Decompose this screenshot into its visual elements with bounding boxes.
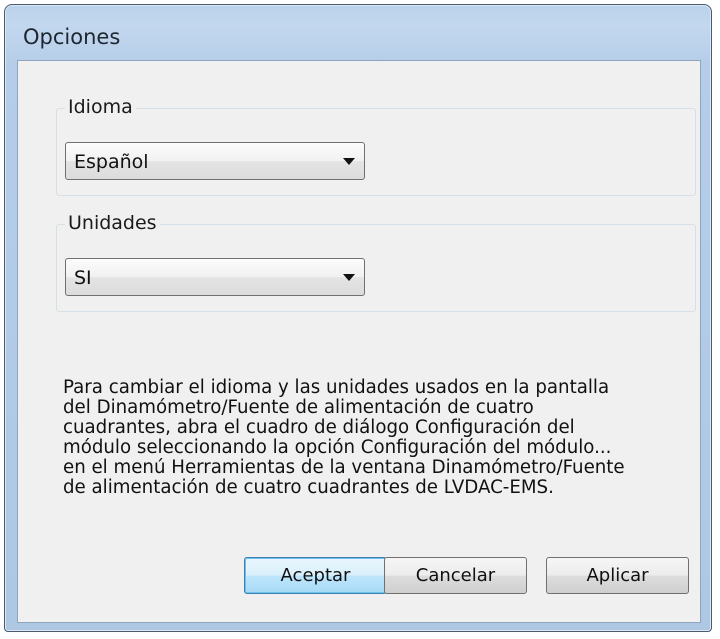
dialog-client-area: Idioma Español Unidades SI Para cambiar … [17, 60, 701, 623]
info-line: Para cambiar el idioma y las unidades us… [63, 377, 610, 398]
chevron-down-icon [343, 158, 355, 165]
units-select[interactable]: SI [65, 258, 365, 296]
language-group-label: Idioma [65, 96, 136, 118]
info-line: cuadrantes, abra el cuadro de diálogo Co… [63, 417, 575, 438]
apply-button[interactable]: Aplicar [546, 557, 689, 594]
ok-button[interactable]: Aceptar [244, 557, 387, 594]
units-select-value: SI [74, 267, 92, 289]
info-line: módulo seleccionando la opción Configura… [63, 437, 612, 458]
title-bar[interactable]: Opciones [5, 5, 711, 57]
info-line: del Dinamómetro/Fuente de alimentación d… [63, 397, 534, 418]
info-text: Para cambiar el idioma y las unidades us… [63, 378, 683, 498]
cancel-button[interactable]: Cancelar [384, 557, 527, 594]
window-title: Opciones [23, 25, 121, 49]
info-line: de alimentación de cuatro cuadrantes de … [63, 477, 554, 498]
chevron-down-icon [343, 274, 355, 281]
language-select[interactable]: Español [65, 142, 365, 180]
language-groupbox: Idioma Español [56, 96, 696, 196]
units-group-label: Unidades [65, 212, 160, 234]
units-groupbox: Unidades SI [56, 212, 696, 312]
info-line: en el menú Herramientas de la ventana Di… [63, 457, 625, 478]
options-dialog: Opciones Idioma Español Unidades SI Para… [4, 4, 712, 632]
language-select-value: Español [74, 151, 149, 173]
